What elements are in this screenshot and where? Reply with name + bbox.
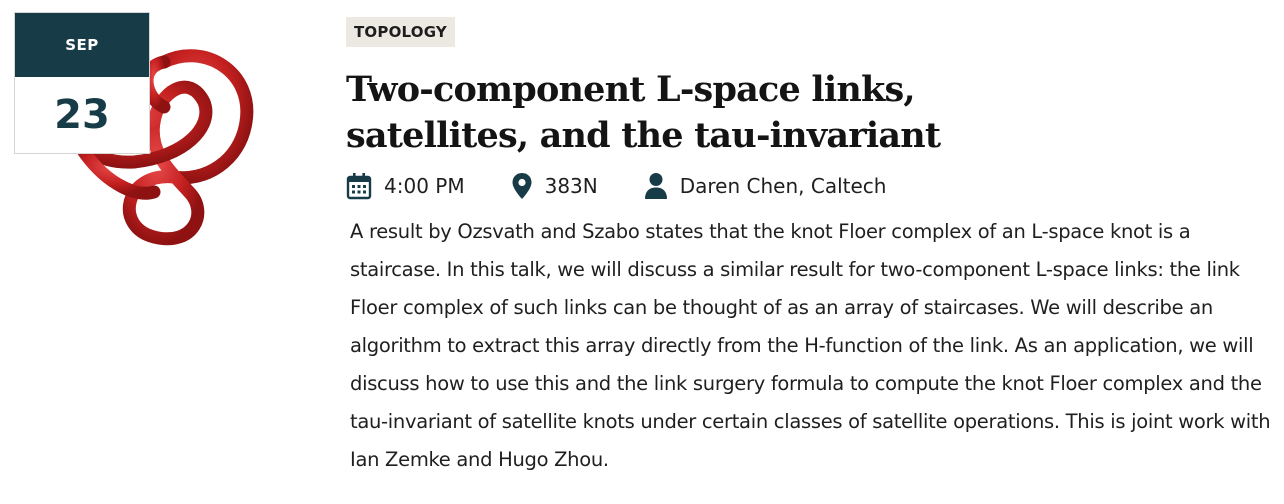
event-location: 383N <box>511 172 598 200</box>
event-time: 4:00 PM <box>346 172 465 200</box>
event-title-line-2: satellites, and the tau-invariant <box>346 115 941 156</box>
person-icon <box>644 173 667 199</box>
event-speaker: Daren Chen, Caltech <box>644 172 887 200</box>
map-pin-icon <box>512 173 532 199</box>
event-title-line-1: Two-component L-space links, <box>346 69 916 110</box>
event-time-text: 4:00 PM <box>384 174 465 198</box>
event-location-text: 383N <box>544 174 598 198</box>
event-meta: 4:00 PM 383N Daren Chen, Caltech <box>346 171 1266 201</box>
calendar-icon <box>346 173 372 200</box>
event-month: SEP <box>15 13 149 77</box>
event-day: 23 <box>54 92 110 138</box>
event-speaker-text: Daren Chen, Caltech <box>679 174 887 198</box>
category-tag[interactable]: TOPOLOGY <box>346 17 455 47</box>
event-date-badge: SEP 23 <box>14 12 150 154</box>
event-title[interactable]: Two-component L-space links, satellites,… <box>346 67 1266 159</box>
event-content: TOPOLOGY Two-component L-space links, sa… <box>346 17 1271 479</box>
event-description: A result by Ozsvath and Szabo states tha… <box>350 220 1271 471</box>
